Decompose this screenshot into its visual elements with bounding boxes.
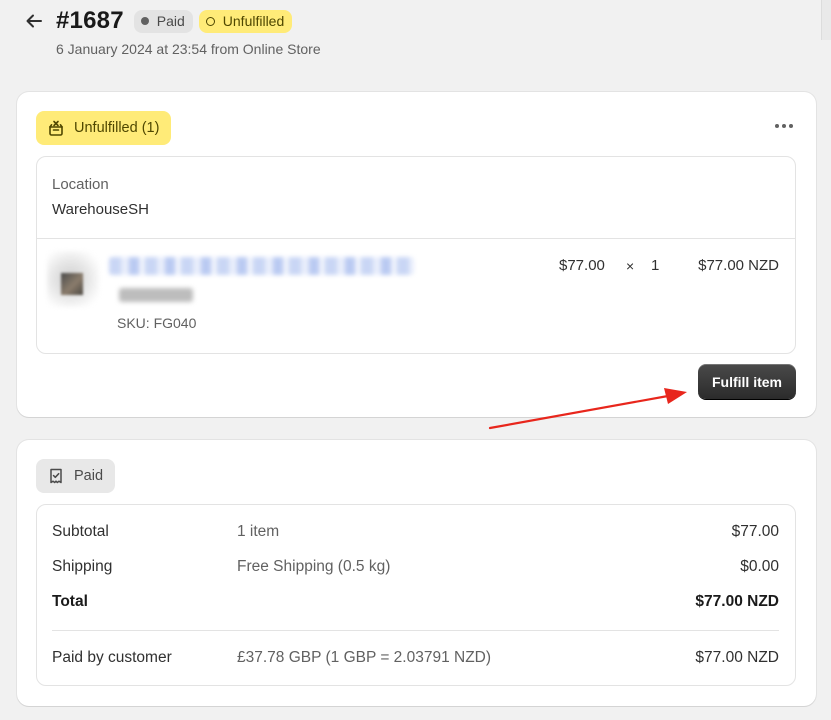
fulfillment-status-text: Unfulfilled xyxy=(222,13,285,29)
product-name-redacted[interactable] xyxy=(109,257,414,275)
unfulfilled-box-icon xyxy=(46,118,66,138)
product-variant-redacted xyxy=(119,288,193,302)
more-horizontal-icon xyxy=(775,124,779,128)
row-detail: 1 item xyxy=(237,523,280,540)
row-amount: $77.00 NZD xyxy=(695,593,779,610)
order-page: #1687 Paid Unfulfilled 6 January 2024 at… xyxy=(0,0,831,720)
payment-status-badge: Paid xyxy=(133,9,193,33)
fulfillment-card: Unfulfilled (1) Location WarehouseSH SKU… xyxy=(17,92,816,417)
location-label: Location xyxy=(52,176,109,193)
payment-card: Paid Subtotal 1 item $77.00 Shipping Fre… xyxy=(17,440,816,706)
unfulfilled-ring-icon xyxy=(205,16,215,26)
divider xyxy=(37,238,795,239)
shipping-row: Shipping Free Shipping (0.5 kg) $0.00 xyxy=(52,558,779,578)
order-number: #1687 xyxy=(56,7,124,34)
paid-status-label: Paid xyxy=(74,468,104,484)
unfulfilled-status-label: Unfulfilled (1) xyxy=(74,120,160,136)
row-detail: £37.78 GBP (1 GBP = 2.03791 NZD) xyxy=(237,649,492,666)
line-total: $77.00 NZD xyxy=(698,257,779,274)
sku-value: FG040 xyxy=(153,315,197,331)
row-amount: $77.00 xyxy=(731,523,779,540)
row-detail: Free Shipping (0.5 kg) xyxy=(237,558,391,575)
payment-status-text: Paid xyxy=(156,13,185,29)
back-button[interactable] xyxy=(22,9,46,33)
row-label: Total xyxy=(52,593,88,610)
row-label: Shipping xyxy=(52,558,113,575)
unit-price: $77.00 xyxy=(559,257,605,274)
receipt-icon xyxy=(46,466,66,486)
row-amount: $0.00 xyxy=(740,558,779,575)
row-amount: $77.00 NZD xyxy=(695,649,779,666)
paid-status-pill: Paid xyxy=(36,459,116,493)
sku-label: SKU: xyxy=(117,315,150,331)
fulfill-item-button[interactable]: Fulfill item xyxy=(698,364,796,399)
paid-by-customer-row: Paid by customer £37.78 GBP (1 GBP = 2.0… xyxy=(52,649,779,669)
order-header: #1687 Paid Unfulfilled xyxy=(22,6,831,36)
subtotal-row: Subtotal 1 item $77.00 xyxy=(52,523,779,543)
fulfillment-status-badge: Unfulfilled xyxy=(198,9,293,33)
quantity: 1 xyxy=(651,257,660,274)
divider xyxy=(52,630,779,631)
row-label: Subtotal xyxy=(52,523,109,540)
status-dot-icon xyxy=(140,17,149,25)
product-thumbnail[interactable] xyxy=(47,251,99,307)
location-value: WarehouseSH xyxy=(52,201,149,218)
back-arrow-icon xyxy=(26,14,42,28)
line-items-box: Location WarehouseSH SKU: FG040 $77.00 ×… xyxy=(36,156,796,354)
total-row: Total $77.00 NZD xyxy=(52,593,779,613)
unfulfilled-status-pill: Unfulfilled (1) xyxy=(36,111,172,145)
more-actions-button[interactable] xyxy=(772,118,796,134)
row-label: Paid by customer xyxy=(52,649,172,666)
payment-summary-box: Subtotal 1 item $77.00 Shipping Free Shi… xyxy=(36,504,796,686)
order-date-source: 6 January 2024 at 23:54 from Online Stor… xyxy=(56,41,321,57)
multiply-sign: × xyxy=(626,258,635,274)
product-sku: SKU: FG040 xyxy=(117,315,196,331)
